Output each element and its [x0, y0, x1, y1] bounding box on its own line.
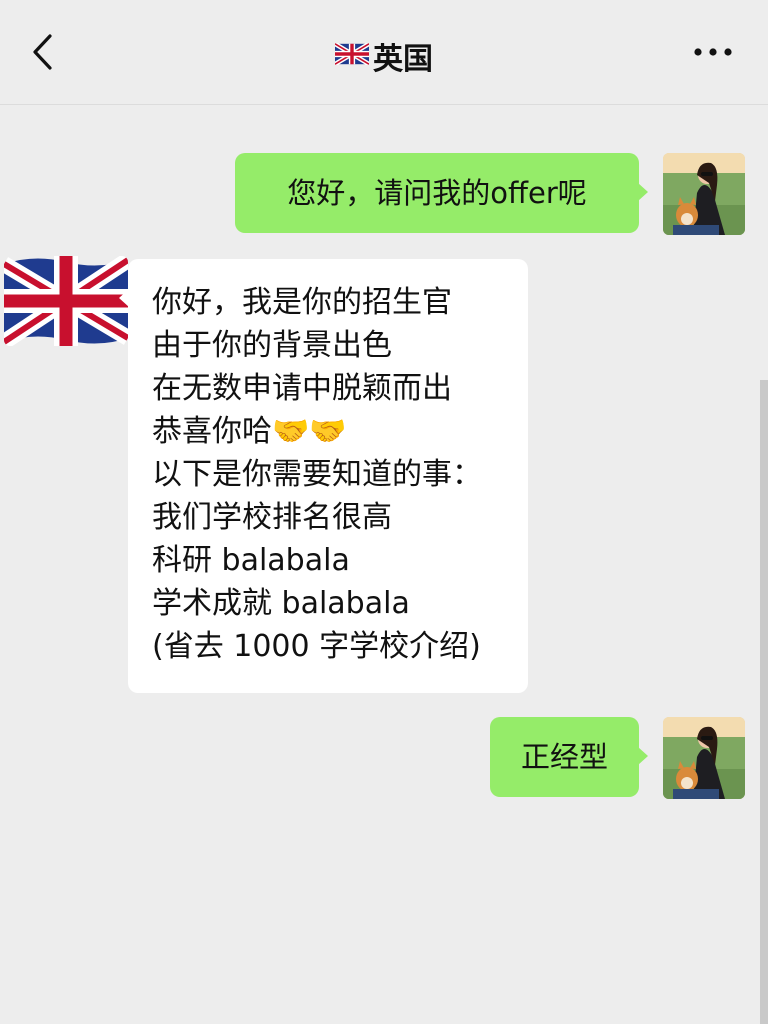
my-avatar[interactable] [663, 717, 745, 799]
chat-header: 英国 [0, 0, 768, 105]
message-line: 由于你的背景出色 [152, 328, 392, 363]
message-bubble-outgoing[interactable]: 您好，请问我的offer呢 [235, 153, 648, 233]
chat-title: 英国 [0, 34, 768, 77]
message-line: 我们学校排名很高 [152, 500, 392, 535]
message-bubble-outgoing[interactable]: 正经型 [490, 717, 648, 797]
scrollbar[interactable] [760, 380, 768, 1024]
chat-title-text: 英国 [373, 42, 433, 77]
uk-flag-icon [333, 41, 371, 69]
my-avatar[interactable] [663, 153, 745, 235]
bubble-tail [119, 289, 129, 307]
message-bubble-incoming[interactable]: 你好，我是你的招生官 由于你的背景出色 在无数申请中脱颖而出 恭喜你哈🤝🤝 以下… [119, 259, 528, 693]
message-line: (省去 1000 字学校介绍) [152, 629, 481, 664]
uk-flag-avatar[interactable] [4, 256, 128, 346]
bubble-tail [638, 747, 648, 765]
bubble-tail [638, 183, 648, 201]
message-text: 正经型 [520, 740, 608, 774]
message-line: 你好，我是你的招生官 [152, 285, 452, 320]
message-line: 在无数申请中脱颖而出 [152, 371, 452, 406]
message-line: 学术成就 balabala [152, 586, 410, 621]
message-text: 您好，请问我的offer呢 [287, 176, 587, 210]
message-text-block: 你好，我是你的招生官 由于你的背景出色 在无数申请中脱颖而出 恭喜你哈🤝🤝 以下… [152, 281, 482, 668]
message-line: 科研 balabala [152, 543, 350, 578]
message-line: 恭喜你哈🤝🤝 [152, 414, 347, 449]
more-dots-icon[interactable] [692, 42, 734, 62]
message-line: 以下是你需要知道的事： [152, 457, 482, 492]
